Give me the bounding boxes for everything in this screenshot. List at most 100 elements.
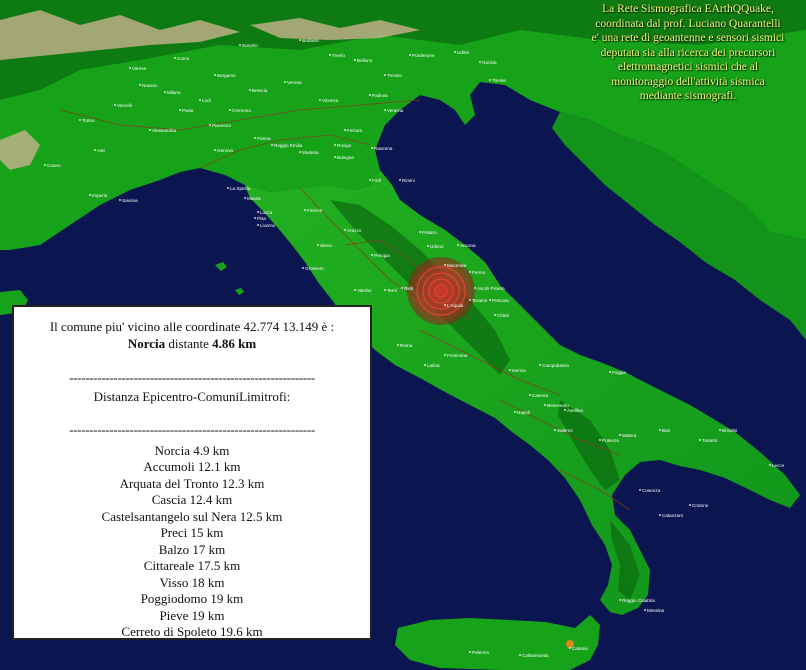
city-label: Lodi (202, 98, 211, 103)
city-label: L'Aquila (447, 303, 464, 308)
city-label: Padova (372, 93, 388, 98)
city-dot (444, 304, 446, 306)
city-label: Reggio Calabria (622, 598, 655, 603)
city-label: Varese (132, 66, 147, 71)
city-dot (354, 59, 356, 61)
city-label: Ferrara (347, 128, 363, 133)
nearest-town-name: Norcia (127, 335, 166, 351)
city-label: Napoli (517, 410, 530, 415)
city-dot (519, 654, 521, 656)
city-label: Trieste (492, 78, 506, 83)
separator-top: ----------------------------------------… (69, 370, 315, 385)
city-label: Massa (247, 196, 261, 201)
city-label: Gorizia (482, 60, 497, 65)
city-label: Ravenna (374, 146, 393, 151)
city-label: Livorno (260, 223, 276, 228)
city-label: Salerno (557, 428, 573, 433)
city-dot (479, 61, 481, 63)
city-dot (494, 314, 496, 316)
city-dot (409, 54, 411, 56)
city-label: Pescara (492, 298, 509, 303)
city-label: Campobasso (542, 363, 570, 368)
city-label: Imperia (92, 193, 108, 198)
city-dot (44, 164, 46, 166)
city-dot (164, 91, 166, 93)
city-dot (384, 289, 386, 291)
city-dot (769, 464, 771, 466)
city-label: Siena (320, 243, 332, 248)
city-label: Catania (572, 646, 588, 651)
city-dot (254, 137, 256, 139)
credit-line: monitoraggio dell'attività sismica (611, 75, 765, 88)
city-label: Macerata (447, 263, 467, 268)
city-label: Udine (457, 50, 469, 55)
credit-line: e' una rete di geoantenne e sensori sism… (591, 32, 785, 44)
city-dot (469, 299, 471, 301)
city-dot (444, 354, 446, 356)
city-dot (659, 429, 661, 431)
city-dot (254, 217, 256, 219)
city-dot (699, 439, 701, 441)
city-label: Vicenza (322, 98, 339, 103)
city-dot (619, 434, 621, 436)
city-label: Belluno (357, 58, 373, 63)
city-dot (384, 109, 386, 111)
city-label: La Spezia (230, 186, 251, 191)
city-dot (344, 229, 346, 231)
town-distance-item: Arquata del Tronto 12.3 km (119, 475, 265, 491)
city-dot (299, 151, 301, 153)
city-dot (469, 651, 471, 653)
credit-line: deputata sia alla ricerca dei precursori (600, 46, 776, 59)
city-dot (149, 129, 151, 131)
city-dot (369, 179, 371, 181)
city-label: Potenza (602, 438, 619, 443)
city-label: Pisa (257, 216, 266, 221)
city-label: Cosenza (642, 488, 661, 493)
city-dot (179, 109, 181, 111)
city-label: Crotone (692, 503, 709, 508)
city-dot (427, 245, 429, 247)
city-label: Cuneo (47, 163, 61, 168)
city-dot (509, 369, 511, 371)
city-dot (257, 224, 259, 226)
town-distance-item: Preci 15 km (160, 525, 224, 540)
city-dot (371, 147, 373, 149)
city-label: Vercelli (117, 103, 132, 108)
city-label: Avellino (567, 408, 583, 413)
city-label: Forlì (372, 178, 381, 183)
city-dot (129, 67, 131, 69)
city-dot (554, 429, 556, 431)
city-dot (397, 344, 399, 346)
city-label: Sondrio (242, 43, 258, 48)
city-dot (89, 194, 91, 196)
city-label: Bologna (337, 155, 354, 160)
city-dot (514, 411, 516, 413)
city-dot (569, 647, 571, 649)
city-label: Piacenza (212, 123, 231, 128)
town-distance-item: Norcia 4.9 km (154, 442, 230, 458)
city-label: Arezzo (347, 228, 362, 233)
city-label: Perugia (374, 253, 390, 258)
city-dot (214, 149, 216, 151)
city-dot (474, 287, 476, 289)
city-label: Venezia (387, 108, 404, 113)
city-dot (304, 209, 306, 211)
city-label: Roma (400, 343, 413, 348)
city-dot (689, 504, 691, 506)
city-dot (401, 287, 403, 289)
city-label: Bolzano (302, 38, 319, 43)
city-dot (619, 599, 621, 601)
town-distance-item: Poggiodomo 19 km (140, 591, 244, 606)
city-dot (227, 187, 229, 189)
city-dot (371, 254, 373, 256)
city-label: Ancona (460, 243, 476, 248)
city-label: Milano (167, 90, 181, 95)
city-dot (544, 404, 546, 406)
town-distance-item: Visso 18 km (159, 574, 225, 590)
city-label: Bergamo (217, 73, 236, 78)
city-label: Rimini (402, 178, 415, 183)
distance-heading: Distanza Epicentro-ComuniLimitrofi: (93, 389, 291, 404)
city-label: Taranto (702, 438, 718, 443)
city-label: Terni (387, 288, 397, 293)
town-distance-item: Accumoli 12.1 km (143, 459, 241, 474)
